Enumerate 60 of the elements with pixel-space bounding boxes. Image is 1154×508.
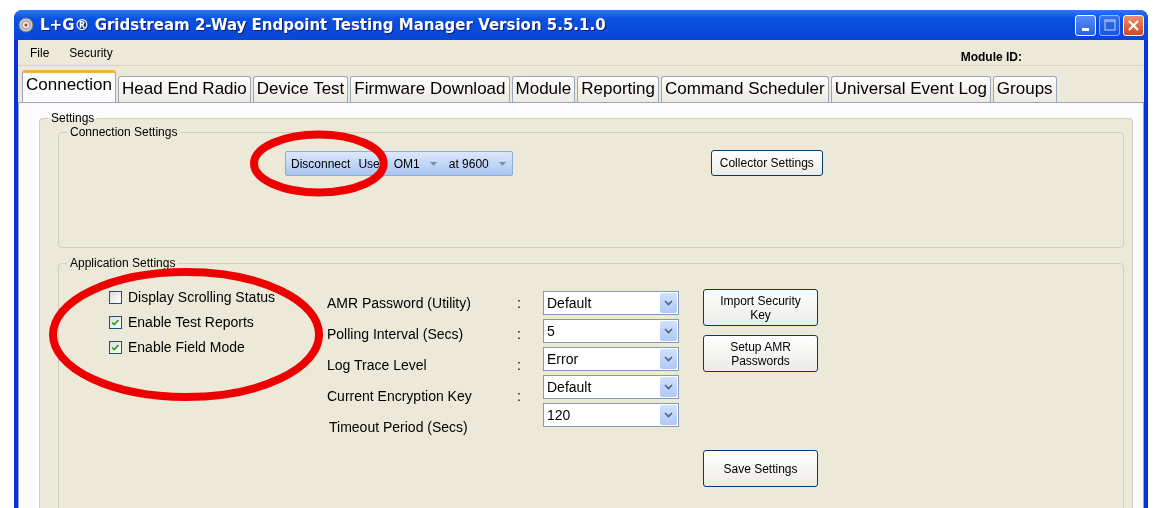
separator: : [517, 294, 521, 313]
app-icon [18, 17, 34, 33]
tab[interactable]: Universal Event Log [830, 76, 991, 102]
group-title: Application Settings [69, 256, 177, 270]
field-label: Polling Interval (Secs) [327, 325, 465, 344]
separator: : [517, 387, 521, 406]
collector-settings-button[interactable]: Collector Settings [710, 150, 823, 176]
dropdown-field[interactable]: 5 [543, 319, 679, 343]
port-value: OM1 [393, 155, 420, 173]
window-title: L+G® Gridstream 2-Way Endpoint Testing Manager Version 5.5.1.0 [40, 14, 606, 36]
save-settings-button[interactable]: Save Settings [703, 450, 818, 487]
checkbox-label: Enable Field Mode [128, 338, 245, 357]
dropdown-value: Default [547, 293, 592, 313]
tab[interactable]: Connection [22, 70, 116, 102]
field-label: AMR Password (Utility) [327, 294, 472, 313]
tab[interactable]: Head End Radio [118, 76, 251, 102]
tab[interactable]: Module [511, 76, 576, 102]
baud-dropdown[interactable]: at 9600 [442, 154, 512, 173]
dropdown-arrow-icon [498, 161, 506, 166]
dropdown-value: Error [547, 349, 579, 369]
dropdown-field[interactable]: Error [543, 347, 679, 371]
checkbox[interactable] [109, 341, 122, 354]
dropdown-field[interactable]: Default [543, 291, 679, 315]
menu-item[interactable]: File [30, 43, 60, 62]
checkbox[interactable] [109, 291, 122, 304]
minimize-button[interactable] [1075, 14, 1096, 36]
tab[interactable]: Device Test [252, 76, 349, 102]
dropdown-value: 5 [547, 321, 555, 341]
tab[interactable]: Reporting [577, 76, 659, 102]
close-button[interactable] [1123, 14, 1144, 36]
checkbox-label: Enable Test Reports [128, 313, 254, 332]
separator: : [517, 325, 521, 344]
separator: : [517, 356, 521, 375]
menu-item[interactable]: Security [69, 43, 123, 62]
field-label: Timeout Period (Secs) [328, 418, 469, 437]
dropdown-value: 120 [547, 405, 571, 425]
field-label: Current Encryption Key [327, 387, 473, 406]
field-label: Log Trace Level [327, 356, 428, 375]
dropdown-field[interactable]: 120 [543, 403, 679, 427]
action-button[interactable]: Import Security Key [703, 289, 818, 326]
baud-value: at 9600 [448, 155, 489, 173]
group-title: Connection Settings [69, 125, 179, 139]
action-button[interactable]: Setup AMR Passwords [703, 335, 818, 372]
dropdown-arrow-icon [429, 161, 437, 166]
tab[interactable]: Firmware Download [350, 76, 510, 102]
port-label: Use [357, 155, 380, 173]
disconnect-button[interactable]: Disconnect [286, 154, 356, 173]
checkbox-label: Display Scrolling Status [128, 288, 276, 307]
module-id-label: Module ID: [960, 48, 1022, 66]
tab[interactable]: Groups [992, 76, 1057, 102]
close-icon [1127, 18, 1140, 32]
tab[interactable]: Command Scheduler [661, 76, 829, 102]
minimize-icon [1082, 27, 1089, 31]
checkbox[interactable] [109, 316, 122, 329]
dropdown-field[interactable]: Default [543, 375, 679, 399]
maximize-button[interactable] [1099, 14, 1120, 36]
dropdown-value: Default [547, 377, 592, 397]
maximize-icon [1103, 19, 1116, 31]
port-dropdown[interactable]: OM1 [379, 154, 443, 173]
group-title: Settings [50, 111, 96, 125]
